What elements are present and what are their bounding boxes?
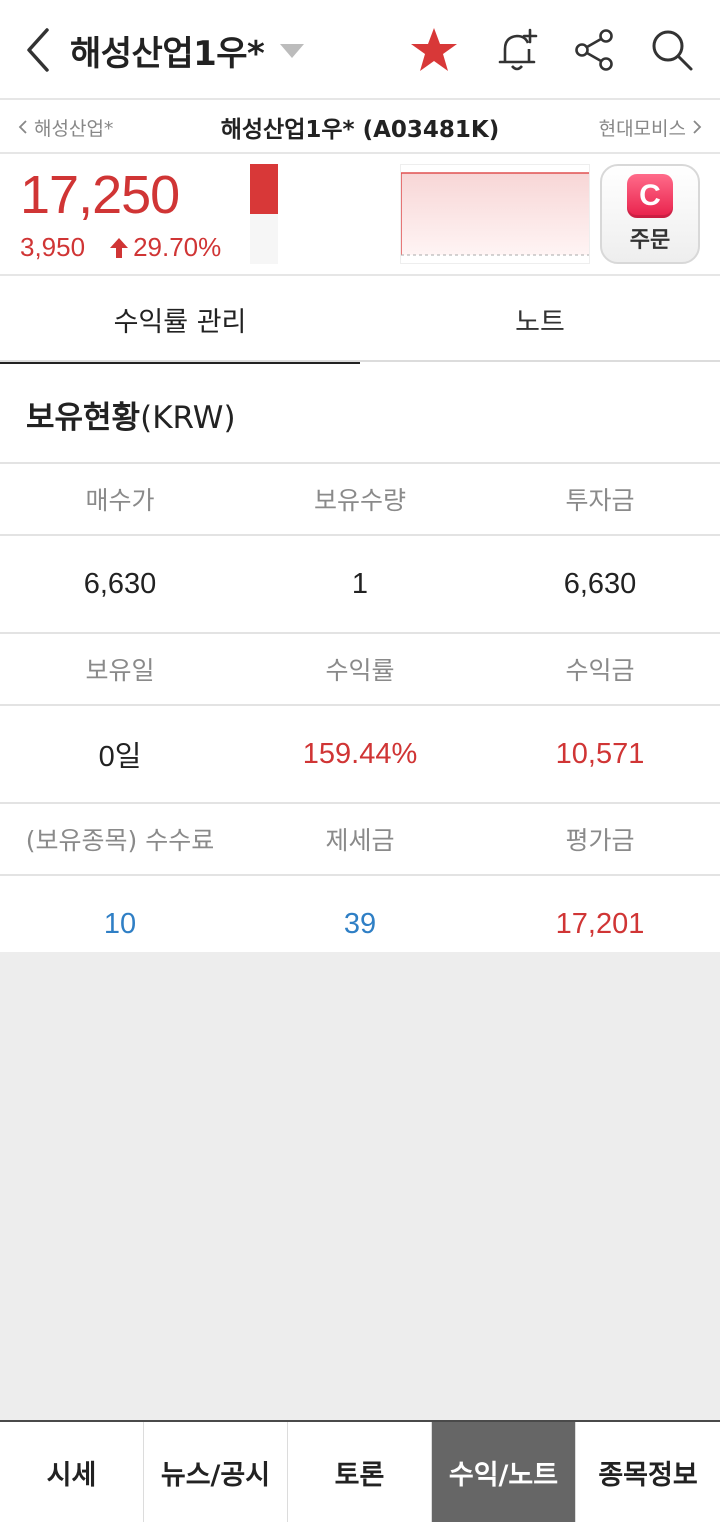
alarm-add-button[interactable] [494, 26, 542, 74]
alarm-add-icon [498, 28, 538, 71]
nav-quote[interactable]: 시세 [0, 1422, 144, 1522]
holdings-header-row: (보유종목) 수수료 제세금 평가금 [0, 802, 720, 874]
order-logo-icon: C [627, 174, 673, 218]
header-commission: (보유종목) 수수료 [25, 826, 215, 855]
quote-panel: 17,250 3,950 29.70% C 주문 [0, 154, 720, 276]
header-quantity: 보유수량 [313, 486, 406, 515]
nav-stock-info[interactable]: 종목정보 [576, 1422, 720, 1522]
next-stock-label: 현대모비스 [598, 117, 686, 140]
top-header: 해성산업1우* [0, 0, 720, 100]
header-tax: 제세금 [325, 826, 395, 855]
value-profit: 10,571 [555, 737, 645, 770]
arrow-up-icon [110, 237, 129, 258]
header-profit: 수익금 [565, 656, 635, 685]
nav-returns-notes[interactable]: 수익/노트 [432, 1422, 576, 1522]
holdings-header-row: 매수가 보유수량 투자금 [0, 462, 720, 534]
back-button[interactable] [18, 22, 58, 78]
holdings-value-row: 0일 159.44% 10,571 [0, 704, 720, 802]
dropdown-caret-icon [280, 44, 305, 58]
back-icon [27, 28, 49, 72]
change-amount: 3,950 [20, 232, 86, 262]
holdings-title-unit: (KRW) [140, 400, 236, 436]
share-button[interactable] [571, 26, 619, 74]
tab-return-management[interactable]: 수익률 관리 [0, 276, 360, 364]
holdings-value-row: 6,630 1 6,630 [0, 534, 720, 632]
price-change: 3,950 29.70% [20, 232, 221, 263]
mini-chart[interactable] [400, 164, 590, 264]
stock-navigator: 해성산업* 해성산업1우* (A03481K) 현대모비스 [0, 102, 720, 154]
value-return-rate: 159.44% [302, 737, 418, 770]
current-price: 17,250 [20, 165, 180, 225]
header-return-rate: 수익률 [325, 656, 395, 685]
value-buy-price: 6,630 [83, 567, 157, 600]
nav-news[interactable]: 뉴스/공시 [144, 1422, 288, 1522]
day-range-bar [250, 164, 278, 264]
chevron-right-icon [693, 120, 702, 134]
stock-title-dropdown[interactable]: 해성산업1우* [70, 24, 305, 76]
value-investment: 6,630 [563, 567, 637, 600]
header-buy-price: 매수가 [85, 486, 155, 515]
bottom-nav: 시세 뉴스/공시 토론 수익/노트 종목정보 [0, 1420, 720, 1522]
next-stock-link[interactable]: 현대모비스 [599, 114, 702, 141]
empty-area [0, 952, 720, 1420]
holdings-grid: 매수가 보유수량 투자금 6,630 1 6,630 보유일 수익률 수익금 0… [0, 462, 720, 972]
tab-notes[interactable]: 노트 [360, 276, 720, 362]
star-icon [411, 28, 457, 71]
value-holding-days: 0일 [98, 741, 142, 773]
change-percent-wrap: 29.70% [109, 232, 221, 263]
order-logo-letter: C [639, 179, 661, 212]
favorite-button[interactable] [410, 26, 458, 74]
nav-discussion[interactable]: 토론 [288, 1422, 432, 1522]
header-investment: 투자금 [565, 486, 635, 515]
day-range-fill [250, 164, 278, 214]
header-valuation: 평가금 [565, 826, 635, 855]
stock-title: 해성산업1우* [70, 33, 265, 74]
share-icon [575, 29, 613, 71]
holdings-title-main: 보유현황 [26, 400, 141, 436]
holdings-title: 보유현황(KRW) [26, 392, 236, 437]
change-percent: 29.70% [133, 232, 222, 262]
mini-chart-graphic [400, 172, 589, 256]
order-label: 주문 [629, 228, 671, 253]
search-button[interactable] [648, 26, 696, 74]
holdings-header-row: 보유일 수익률 수익금 [0, 632, 720, 704]
order-button[interactable]: C 주문 [600, 164, 700, 264]
search-icon [652, 30, 693, 71]
content-tabs: 수익률 관리 노트 [0, 276, 720, 364]
value-quantity: 1 [351, 567, 369, 600]
header-holding-days: 보유일 [85, 656, 155, 685]
